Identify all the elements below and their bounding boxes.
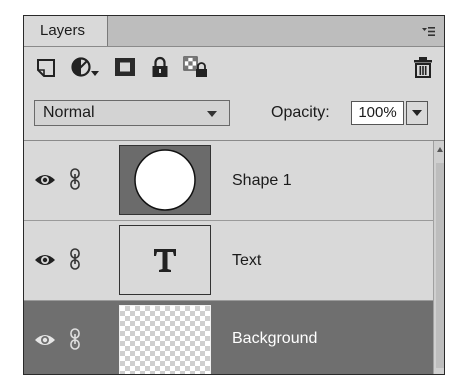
lock-all-icon[interactable] xyxy=(151,56,169,78)
opacity-label: Opacity: xyxy=(271,104,330,121)
layer-row-shape-1[interactable]: Shape 1 xyxy=(24,141,433,221)
layer-name: Shape 1 xyxy=(232,172,292,189)
layers-list: Shape 1 Text Background xyxy=(24,141,433,374)
layers-toolbar xyxy=(24,47,444,86)
panel-menu-icon[interactable] xyxy=(422,26,435,37)
layer-mask-icon[interactable] xyxy=(114,56,136,78)
layer-thumbnail-transparent xyxy=(119,305,211,374)
scrollbar-thumb[interactable] xyxy=(436,163,444,368)
layer-options-row: Normal Opacity: 100% xyxy=(24,86,444,141)
scroll-up-arrow-icon[interactable] xyxy=(437,147,443,152)
eye-icon[interactable] xyxy=(34,252,56,268)
type-t-icon xyxy=(154,249,176,272)
eye-icon[interactable] xyxy=(34,332,56,348)
link-icon[interactable] xyxy=(69,248,81,270)
layer-thumbnail-shape xyxy=(119,145,211,215)
layer-row-background[interactable]: Background xyxy=(24,301,433,374)
layer-name: Text xyxy=(232,252,262,269)
tab-layers[interactable]: Layers xyxy=(24,16,108,46)
blend-mode-select[interactable]: Normal xyxy=(34,100,230,126)
lock-transparency-icon[interactable] xyxy=(183,56,209,78)
layer-thumbnail-text xyxy=(119,225,211,295)
adjustment-layer-icon[interactable] xyxy=(70,56,100,78)
chevron-down-icon xyxy=(412,110,422,116)
panel-tab-bar: Layers xyxy=(24,16,444,47)
opacity-input[interactable]: 100% xyxy=(351,101,404,125)
layer-name: Background xyxy=(232,330,318,347)
new-layer-icon[interactable] xyxy=(36,56,56,78)
link-icon[interactable] xyxy=(69,328,81,350)
chevron-down-icon xyxy=(207,111,217,117)
layers-panel: Layers Normal Opacity: 100% Shape 1 Text… xyxy=(23,15,445,375)
blend-mode-value: Normal xyxy=(43,104,95,121)
trash-icon[interactable] xyxy=(413,56,433,78)
eye-icon[interactable] xyxy=(34,172,56,188)
layer-row-text[interactable]: Text xyxy=(24,221,433,301)
opacity-dropdown-button[interactable] xyxy=(406,101,428,125)
scrollbar[interactable] xyxy=(433,141,444,374)
link-icon[interactable] xyxy=(69,168,81,190)
white-circle-thumbnail-icon xyxy=(134,149,196,211)
